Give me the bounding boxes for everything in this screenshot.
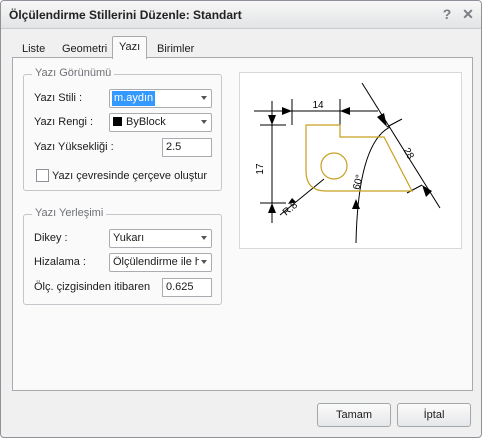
ok-button[interactable]: Tamam	[317, 403, 391, 427]
text-height-value: 2.5	[166, 141, 182, 153]
color-swatch	[113, 117, 122, 126]
arrow-head	[282, 107, 292, 115]
text-style-select[interactable]: m.aydın	[109, 89, 212, 108]
offset-input[interactable]: 0.625	[162, 278, 212, 297]
text-color-value: ByBlock	[126, 116, 166, 128]
dim-vertical-text: 17	[255, 163, 266, 175]
dim-horizontal-text: 14	[312, 100, 324, 111]
offset-value: 0.625	[166, 281, 194, 293]
vertical-value: Yukarı	[113, 232, 145, 244]
chevron-down-icon	[201, 236, 207, 240]
placement-group-title: Yazı Yerleşimi	[32, 207, 107, 219]
extension-line	[386, 118, 403, 128]
vertical-label: Dikey :	[34, 232, 68, 244]
tab-geometri[interactable]: Geometri	[56, 40, 113, 58]
arrow-head	[268, 115, 276, 125]
dimension-preview: 14 17 28 60° R.8	[254, 82, 441, 244]
arrow-head	[377, 113, 387, 127]
chevron-down-icon	[201, 120, 207, 124]
appearance-group-title: Yazı Görünümü	[32, 67, 115, 79]
text-style-value: m.aydın	[112, 91, 156, 106]
vertical-select[interactable]: Yukarı	[109, 229, 212, 248]
dim-angle-text: 60°	[351, 174, 366, 191]
tab-panel: Yazı Görünümü Yazı Stili : m.aydın Yazı …	[12, 57, 473, 391]
appearance-group: Yazı Görünümü Yazı Stili : m.aydın Yazı …	[23, 67, 222, 191]
title-bar[interactable]: Ölçülendirme Stillerini Düzenle: Standar…	[1, 1, 481, 29]
text-style-label: Yazı Stili :	[34, 92, 83, 104]
text-color-value-wrap: ByBlock	[113, 116, 166, 128]
chevron-down-icon	[201, 260, 207, 264]
alignment-select[interactable]: Ölçülendirme ile h	[109, 253, 212, 272]
tab-liste[interactable]: Liste	[16, 40, 51, 58]
arrow-head	[340, 107, 350, 115]
chevron-down-icon	[201, 96, 207, 100]
dialog-title: Ölçülendirme Stillerini Düzenle: Standar…	[9, 8, 242, 22]
alignment-label: Hizalama :	[34, 256, 86, 268]
alignment-value: Ölçülendirme ile h	[113, 256, 199, 268]
dim-radius-text: R.8	[281, 200, 300, 219]
offset-label: Ölç. çizgisinden itibaren	[34, 281, 151, 293]
text-height-input[interactable]: 2.5	[162, 138, 212, 157]
arrow-head	[268, 203, 276, 213]
text-color-select[interactable]: ByBlock	[109, 113, 212, 132]
text-color-label: Yazı Rengi :	[34, 116, 94, 128]
cancel-button[interactable]: İptal	[397, 403, 471, 427]
dialog-window: Ölçülendirme Stillerini Düzenle: Standar…	[0, 0, 482, 438]
frame-checkbox-label[interactable]: Yazı çevresinde çerçeve oluştur	[52, 170, 207, 182]
help-icon[interactable]: ?	[439, 6, 455, 22]
close-icon[interactable]: ✕	[460, 6, 476, 22]
preview-panel: 14 17 28 60° R.8	[239, 72, 462, 249]
tab-yazi[interactable]: Yazı	[112, 36, 148, 59]
placement-group: Yazı Yerleşimi Dikey : Yukarı Hizalama :…	[23, 207, 222, 305]
text-height-label: Yazı Yüksekliği :	[34, 141, 114, 153]
frame-checkbox[interactable]	[36, 169, 49, 182]
tab-birimler[interactable]: Birimler	[151, 40, 200, 58]
